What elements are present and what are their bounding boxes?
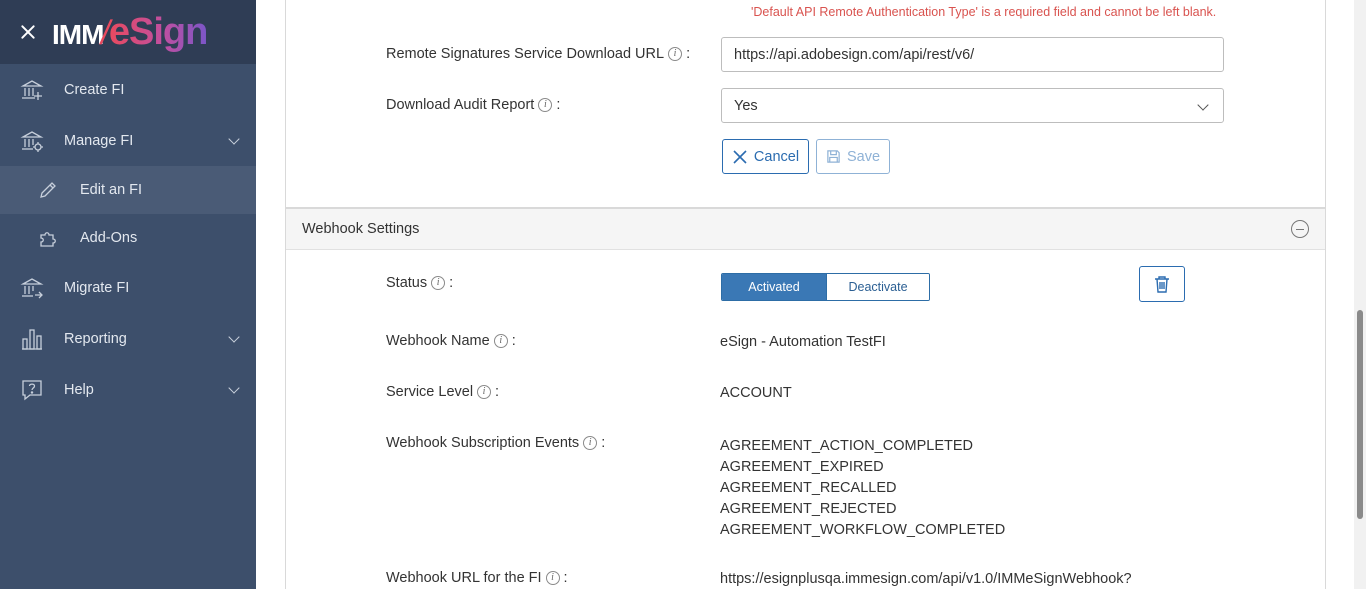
info-icon[interactable]: i — [477, 385, 492, 399]
info-icon[interactable]: i — [668, 47, 683, 61]
label-text: Status — [386, 275, 428, 291]
service-level-value: ACCOUNT — [720, 385, 792, 401]
colon: : — [563, 570, 568, 586]
info-icon[interactable]: i — [583, 436, 598, 450]
sidebar-item-help[interactable]: Help — [0, 364, 256, 415]
subscription-events-list: AGREEMENT_ACTION_COMPLETED AGREEMENT_EXP… — [720, 436, 1005, 541]
info-icon[interactable]: i — [431, 276, 446, 290]
sidebar-item-label: Help — [64, 381, 94, 398]
deactivate-button[interactable]: Deactivate — [826, 274, 929, 300]
webhook-settings-header[interactable]: Webhook Settings — [286, 207, 1325, 250]
chevron-down-icon — [228, 133, 240, 145]
info-icon[interactable]: i — [493, 334, 508, 348]
logo-esign: eSign — [108, 10, 208, 53]
sidebar-item-migrate-fi[interactable]: Migrate FI — [0, 262, 256, 313]
label-text: Remote Signatures Service Download URL — [386, 46, 665, 62]
section-title: Webhook Settings — [302, 221, 420, 237]
colon: : — [556, 97, 561, 113]
bank-plus-icon — [20, 78, 44, 102]
webhook-url-label: Webhook URL for the FI i : — [386, 570, 568, 586]
colon: : — [511, 333, 516, 349]
colon: : — [495, 384, 500, 400]
save-label: Save — [846, 148, 881, 165]
label-text: Webhook URL for the FI — [386, 570, 542, 586]
webhook-name-value: eSign - Automation TestFI — [720, 334, 886, 350]
colon: : — [601, 435, 606, 451]
event-item: AGREEMENT_EXPIRED — [720, 459, 884, 475]
sidebar-item-label: Create FI — [64, 81, 125, 98]
bank-arrow-icon — [20, 276, 44, 300]
sidebar-item-reporting[interactable]: Reporting — [0, 313, 256, 364]
pencil-icon — [38, 180, 58, 200]
main-content: 'Default API Remote Authentication Type'… — [256, 0, 1354, 589]
sidebar-item-label: Add-Ons — [80, 230, 138, 246]
chevron-down-icon — [1197, 99, 1209, 111]
subscription-events-label: Webhook Subscription Events i : — [386, 435, 605, 451]
info-icon[interactable]: i — [545, 571, 560, 585]
audit-report-select[interactable]: Yes — [721, 88, 1224, 123]
save-button[interactable]: Save — [816, 139, 890, 174]
cancel-label: Cancel — [753, 148, 800, 165]
event-item: AGREEMENT_REJECTED — [720, 501, 897, 517]
bar-chart-icon — [20, 327, 44, 351]
sidebar-item-label: Edit an FI — [80, 182, 143, 198]
brand-bar: IMM / eSign — [0, 0, 256, 64]
delete-webhook-button[interactable] — [1139, 266, 1185, 302]
cancel-button[interactable]: Cancel — [722, 139, 809, 174]
label-text: Webhook Subscription Events — [386, 435, 580, 451]
help-chat-icon — [20, 378, 44, 402]
chevron-down-icon — [228, 331, 240, 343]
validation-error: 'Default API Remote Authentication Type'… — [751, 5, 1217, 19]
puzzle-icon — [38, 228, 58, 248]
sidebar-item-edit-fi[interactable]: Edit an FI — [0, 166, 256, 214]
logo-imm: IMM — [52, 18, 104, 50]
download-url-label: Remote Signatures Service Download URL i… — [386, 46, 690, 62]
webhook-name-label: Webhook Name i : — [386, 333, 516, 349]
sidebar-item-label: Reporting — [64, 330, 127, 347]
trash-icon — [1155, 276, 1169, 293]
sidebar-item-label: Migrate FI — [64, 279, 130, 296]
webhook-url-value: https://esignplusqa.immesign.com/api/v1.… — [720, 571, 1132, 587]
status-label: Status i : — [386, 275, 453, 291]
chevron-down-icon — [228, 382, 240, 394]
save-icon — [827, 150, 840, 163]
sidebar-item-create-fi[interactable]: Create FI — [0, 64, 256, 115]
scrollbar-thumb[interactable] — [1357, 310, 1363, 519]
download-url-input[interactable]: https://api.adobesign.com/api/rest/v6/ — [721, 37, 1224, 72]
event-item: AGREEMENT_RECALLED — [720, 480, 897, 496]
event-item: AGREEMENT_ACTION_COMPLETED — [720, 438, 973, 454]
close-icon[interactable] — [18, 22, 38, 42]
service-level-label: Service Level i : — [386, 384, 499, 400]
colon: : — [449, 275, 454, 291]
sidebar-item-manage-fi[interactable]: Manage FI — [0, 115, 256, 166]
scrollbar[interactable] — [1354, 0, 1366, 589]
info-icon[interactable]: i — [538, 98, 553, 112]
status-toggle: Activated Deactivate — [721, 273, 930, 301]
event-item: AGREEMENT_WORKFLOW_COMPLETED — [720, 522, 1006, 538]
activated-button[interactable]: Activated — [722, 274, 826, 300]
select-value: Yes — [734, 97, 758, 114]
colon: : — [686, 46, 691, 62]
label-text: Download Audit Report — [386, 97, 535, 113]
logo: IMM / eSign — [52, 10, 208, 54]
label-text: Webhook Name — [386, 333, 490, 349]
sidebar-item-label: Manage FI — [64, 132, 134, 149]
close-icon — [733, 149, 747, 164]
sidebar-item-add-ons[interactable]: Add-Ons — [0, 214, 256, 262]
label-text: Service Level — [386, 384, 474, 400]
settings-panel: 'Default API Remote Authentication Type'… — [285, 0, 1326, 589]
bank-gear-icon — [20, 129, 44, 153]
audit-report-label: Download Audit Report i : — [386, 97, 560, 113]
sidebar: IMM / eSign Create FI Manage FI Edit an … — [0, 0, 256, 589]
collapse-icon[interactable] — [1291, 220, 1309, 238]
